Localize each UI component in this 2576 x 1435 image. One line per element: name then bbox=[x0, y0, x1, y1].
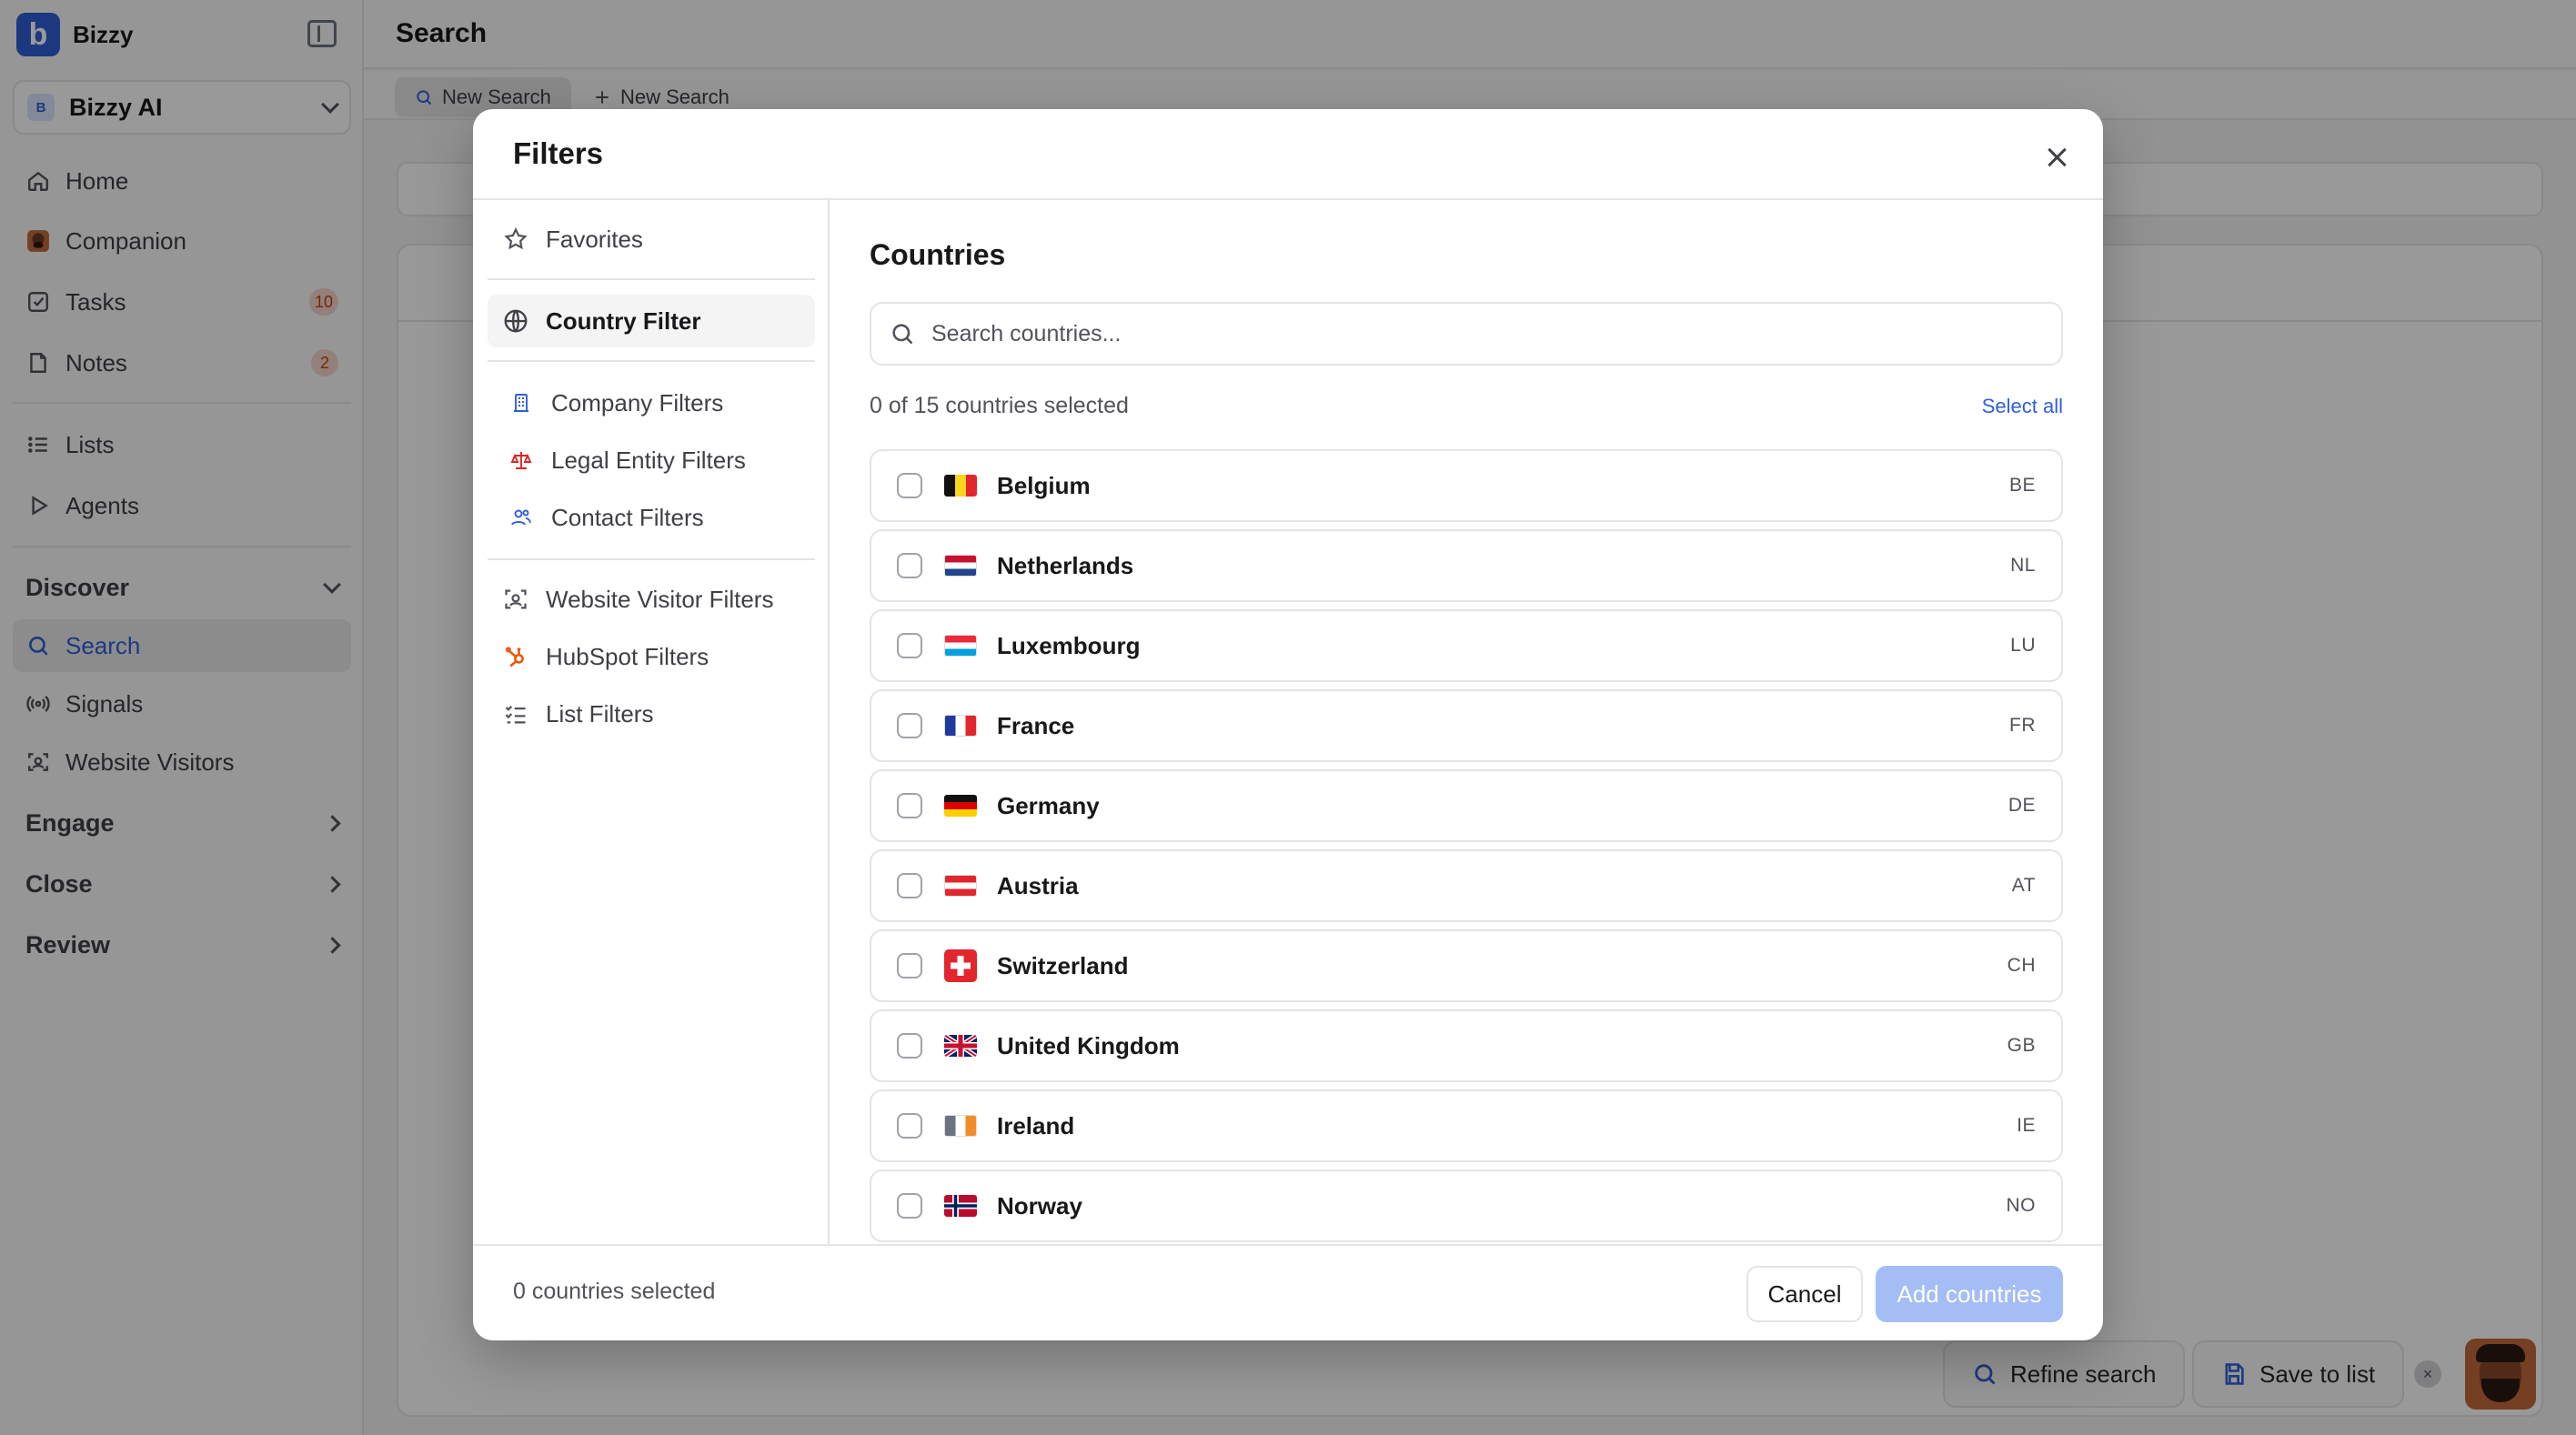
country-code: NO bbox=[2006, 1195, 2036, 1216]
country-code: FR bbox=[2009, 715, 2036, 736]
flag-at-icon bbox=[944, 875, 977, 897]
filter-nav-label: Company Filters bbox=[551, 388, 724, 416]
country-row-ie[interactable]: Ireland IE bbox=[870, 1089, 2063, 1162]
flag-ch-icon bbox=[944, 949, 977, 982]
country-code: DE bbox=[2007, 795, 2036, 816]
country-code: AT bbox=[2011, 875, 2036, 896]
country-code: NL bbox=[2010, 555, 2036, 576]
footer-selected-count: 0 countries selected bbox=[513, 1279, 716, 1304]
flag-nl-icon bbox=[944, 555, 977, 577]
country-code: IE bbox=[2017, 1115, 2036, 1136]
country-row-gb[interactable]: United Kingdom GB bbox=[870, 1009, 2063, 1082]
filter-nav-label: Legal Entity Filters bbox=[551, 446, 746, 474]
users-icon bbox=[508, 504, 535, 531]
flag-fr-icon bbox=[944, 715, 977, 737]
filter-nav-company[interactable]: Company Filters bbox=[488, 376, 815, 429]
filter-nav-hubspot[interactable]: HubSpot Filters bbox=[488, 630, 815, 683]
flag-no-icon bbox=[944, 1195, 977, 1217]
filter-nav-website-visitor[interactable]: Website Visitor Filters bbox=[488, 573, 815, 626]
country-row-no[interactable]: Norway NO bbox=[870, 1169, 2063, 1242]
filter-nav-label: List Filters bbox=[546, 699, 654, 728]
country-row-be[interactable]: Belgium BE bbox=[870, 449, 2063, 522]
checklist-icon bbox=[502, 700, 529, 728]
country-checkbox[interactable] bbox=[897, 1193, 922, 1219]
filter-nav-label: Favorites bbox=[546, 225, 643, 253]
filter-nav-label: HubSpot Filters bbox=[546, 642, 709, 670]
country-row-nl[interactable]: Netherlands NL bbox=[870, 529, 2063, 602]
country-code: BE bbox=[2008, 475, 2036, 496]
country-code: LU bbox=[2010, 635, 2036, 656]
flag-ie-icon bbox=[944, 1115, 977, 1137]
filter-nav-favorites[interactable]: Favorites bbox=[488, 213, 815, 266]
filter-nav-label: Website Visitor Filters bbox=[546, 585, 774, 613]
country-checkbox[interactable] bbox=[897, 473, 922, 498]
scale-icon bbox=[508, 447, 535, 474]
country-name: Luxembourg bbox=[997, 631, 1141, 659]
country-checkbox[interactable] bbox=[897, 953, 922, 978]
country-search-box[interactable] bbox=[870, 302, 2063, 366]
modal-footer: 0 countries selected Cancel Add countrie… bbox=[473, 1244, 2103, 1340]
country-row-fr[interactable]: France FR bbox=[870, 689, 2063, 762]
filter-nav-label: Country Filter bbox=[546, 306, 701, 335]
country-name: Ireland bbox=[997, 1111, 1075, 1139]
filter-nav-list[interactable]: List Filters bbox=[488, 687, 815, 740]
country-search-input[interactable] bbox=[931, 320, 2043, 347]
modal-title: Filters bbox=[513, 136, 604, 170]
cancel-button[interactable]: Cancel bbox=[1746, 1266, 1863, 1322]
country-filter-content: Countries 0 of 15 countries selected Sel… bbox=[830, 200, 2103, 1244]
country-checkbox[interactable] bbox=[897, 793, 922, 818]
filter-nav-label: Contact Filters bbox=[551, 503, 704, 531]
country-code: CH bbox=[2007, 955, 2036, 976]
globe-icon bbox=[502, 307, 529, 335]
filter-nav-country[interactable]: Country Filter bbox=[488, 295, 815, 347]
country-name: Belgium bbox=[997, 471, 1091, 499]
filter-nav-divider bbox=[488, 278, 815, 280]
country-name: Netherlands bbox=[997, 551, 1134, 579]
country-name: Germany bbox=[997, 791, 1100, 819]
country-code: GB bbox=[2007, 1035, 2036, 1056]
hubspot-icon bbox=[502, 643, 529, 670]
search-icon bbox=[892, 324, 913, 345]
modal-header: Filters bbox=[473, 109, 2103, 200]
country-checkbox[interactable] bbox=[897, 1033, 922, 1059]
add-countries-button[interactable]: Add countries bbox=[1876, 1266, 2063, 1322]
country-checkbox[interactable] bbox=[897, 553, 922, 578]
country-checkbox[interactable] bbox=[897, 1113, 922, 1139]
country-row-at[interactable]: Austria AT bbox=[870, 849, 2063, 922]
country-row-lu[interactable]: Luxembourg LU bbox=[870, 609, 2063, 682]
building-icon bbox=[508, 389, 535, 416]
filter-nav: Favorites Country Filter Company Filters… bbox=[473, 200, 830, 1244]
country-name: Norway bbox=[997, 1191, 1082, 1219]
country-name: United Kingdom bbox=[997, 1031, 1180, 1059]
filter-nav-contact[interactable]: Contact Filters bbox=[488, 491, 815, 544]
star-icon bbox=[502, 226, 529, 253]
filter-nav-legal-entity[interactable]: Legal Entity Filters bbox=[488, 434, 815, 487]
visitor-icon bbox=[502, 586, 529, 613]
country-row-de[interactable]: Germany DE bbox=[870, 769, 2063, 842]
selected-summary: 0 of 15 countries selected bbox=[870, 393, 1129, 418]
country-row-ch[interactable]: Switzerland CH bbox=[870, 929, 2063, 1002]
filters-modal: Filters Favorites Country Filter Company… bbox=[473, 109, 2103, 1340]
close-icon[interactable] bbox=[2041, 142, 2072, 173]
country-name: Austria bbox=[997, 871, 1079, 899]
country-checkbox[interactable] bbox=[897, 633, 922, 658]
flag-gb-icon bbox=[944, 1035, 977, 1057]
country-name: France bbox=[997, 711, 1075, 739]
filter-nav-divider bbox=[488, 360, 815, 362]
flag-be-icon bbox=[944, 475, 977, 497]
countries-title: Countries bbox=[870, 238, 1006, 271]
country-checkbox[interactable] bbox=[897, 873, 922, 898]
filter-nav-divider bbox=[488, 558, 815, 560]
country-checkbox[interactable] bbox=[897, 713, 922, 738]
flag-de-icon bbox=[944, 795, 977, 817]
flag-lu-icon bbox=[944, 635, 977, 657]
country-name: Switzerland bbox=[997, 951, 1129, 979]
select-all-link[interactable]: Select all bbox=[1982, 395, 2063, 418]
